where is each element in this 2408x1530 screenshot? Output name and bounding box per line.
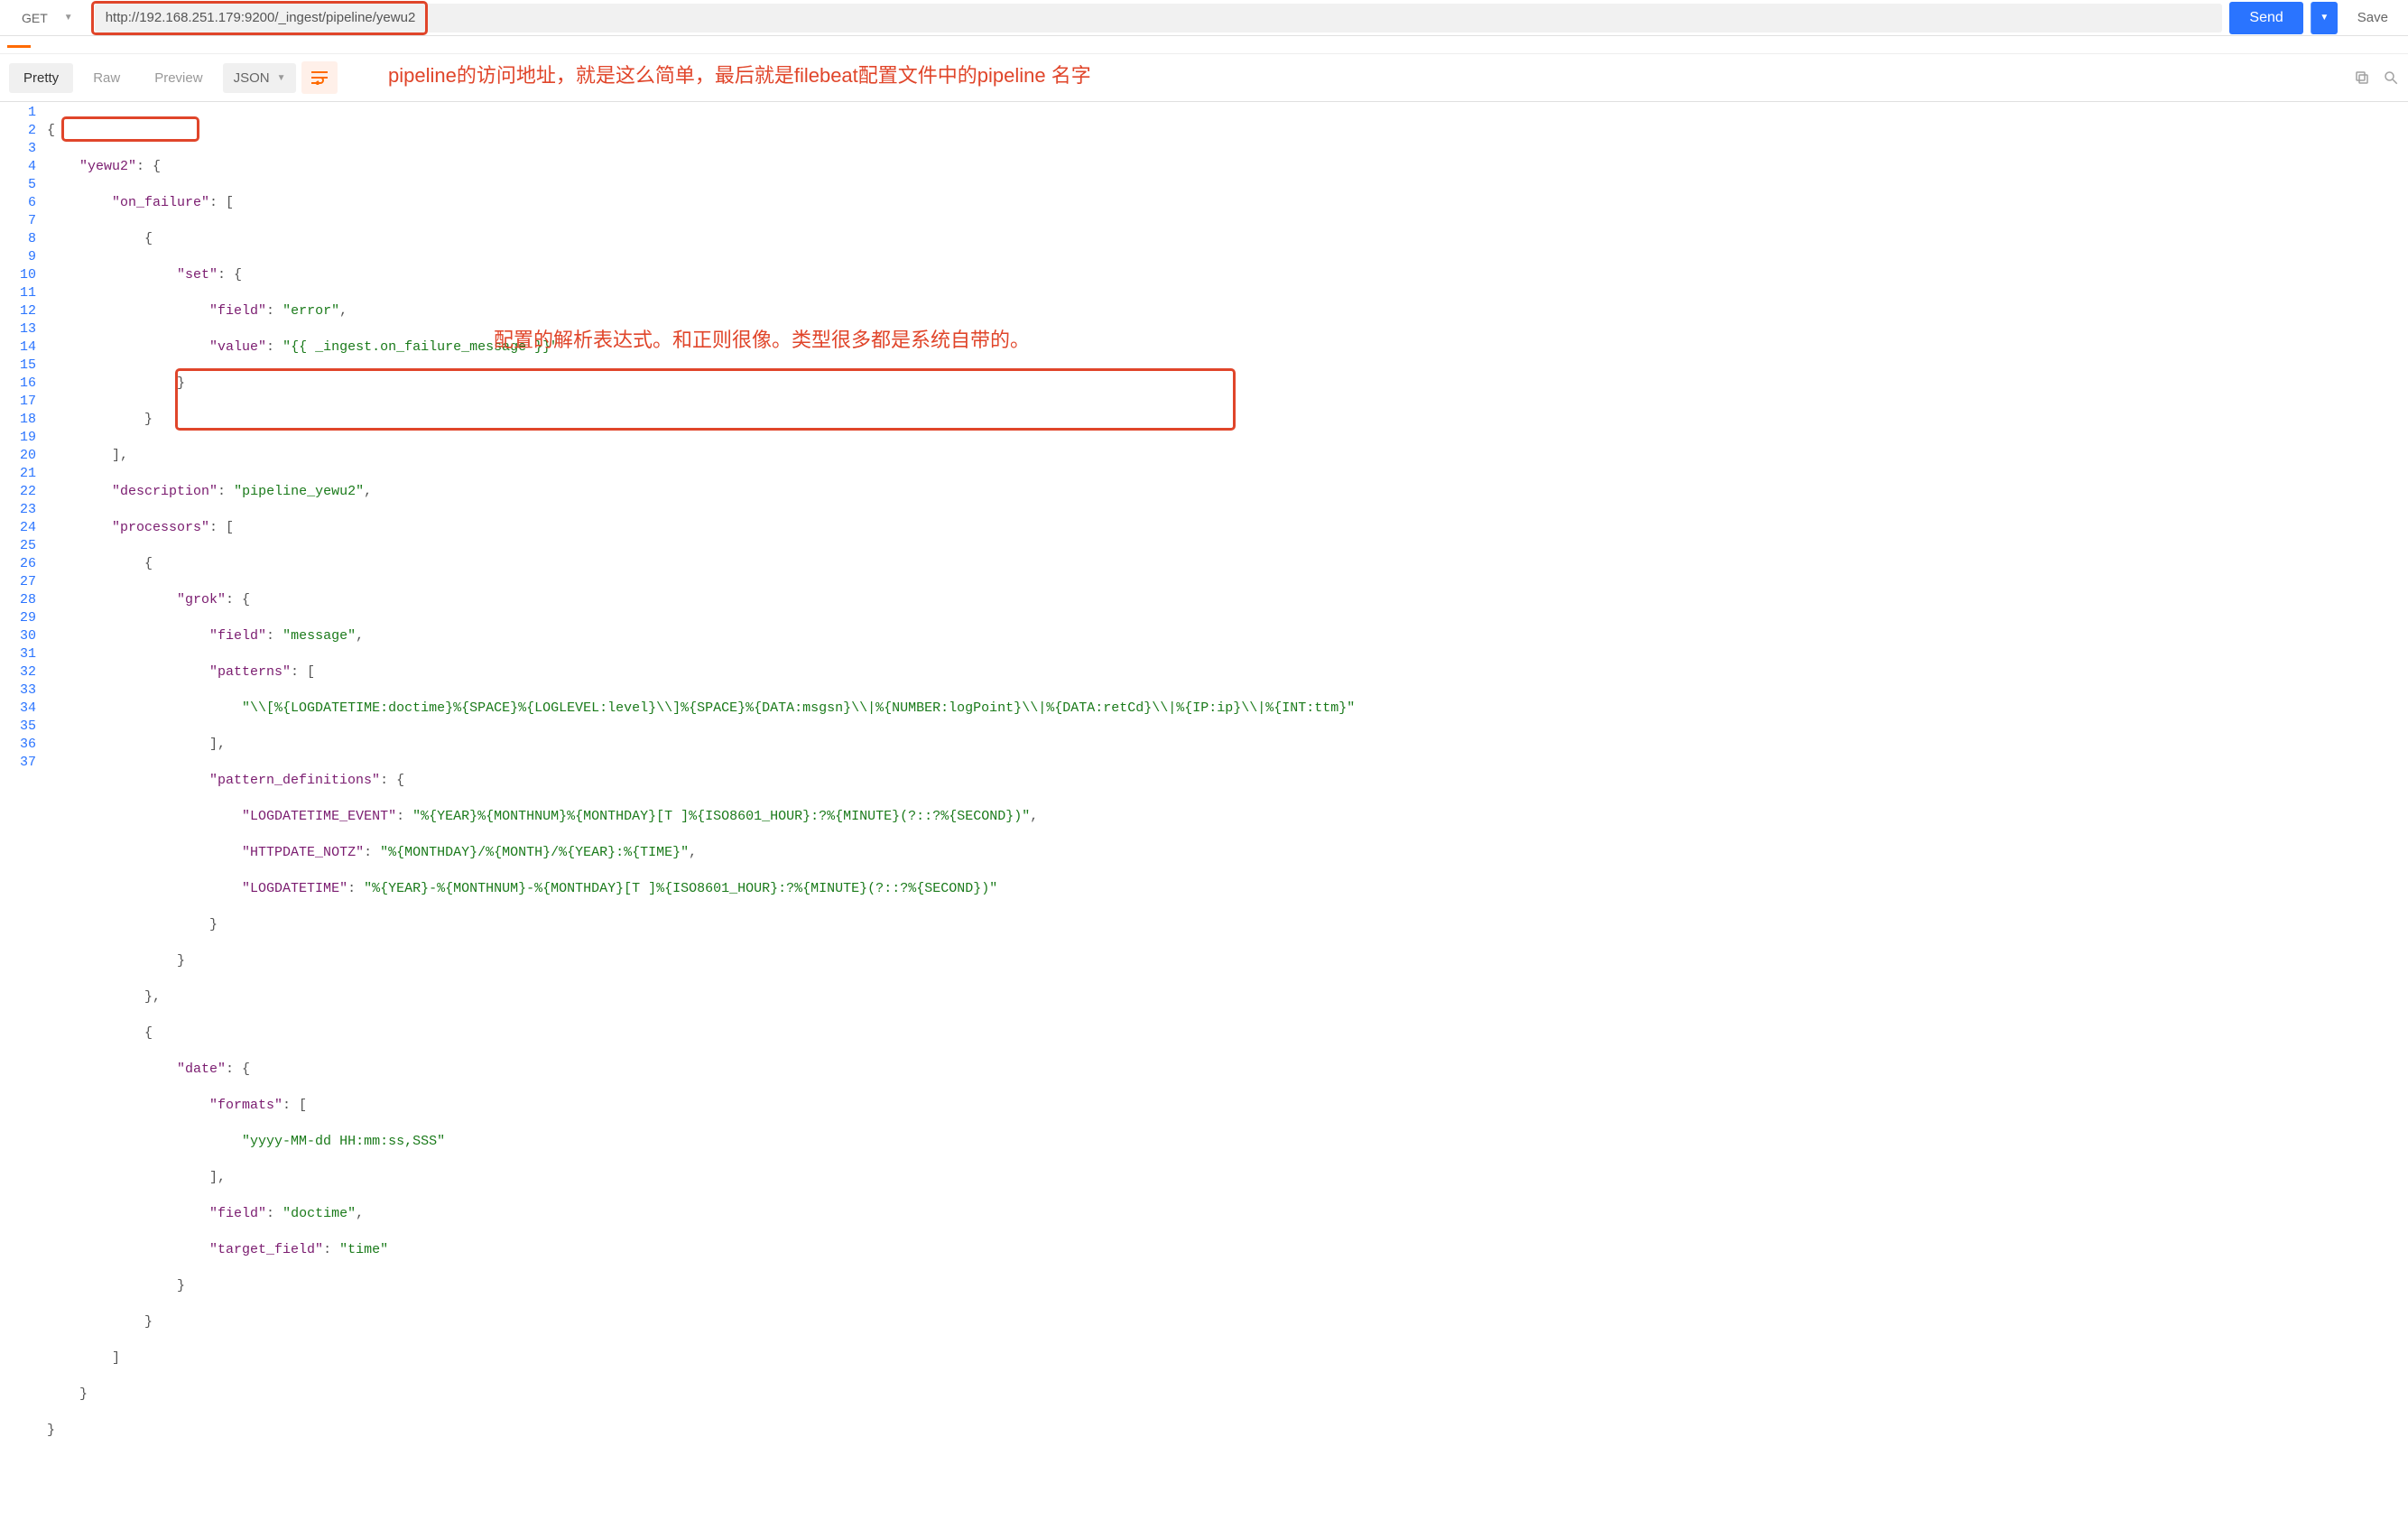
active-tab-indicator bbox=[7, 45, 31, 48]
copy-icon[interactable] bbox=[2354, 70, 2370, 86]
tab-strip bbox=[0, 36, 2408, 54]
annotation-text-top: pipeline的访问地址，就是这么简单，最后就是filebeat配置文件中的p… bbox=[388, 60, 1091, 88]
wrap-lines-button[interactable] bbox=[301, 61, 338, 94]
toolbar-right bbox=[2354, 70, 2399, 86]
save-button[interactable]: Save bbox=[2345, 2, 2401, 34]
request-bar: GET ▼ Send ▼ Save bbox=[0, 0, 2408, 36]
response-toolbar: Pretty Raw Preview JSON ▼ pipeline的访问地址，… bbox=[0, 54, 2408, 102]
search-icon[interactable] bbox=[2383, 70, 2399, 86]
code-content[interactable]: { "yewu2": { "on_failure": [ { "set": { … bbox=[47, 102, 2408, 1530]
tab-preview[interactable]: Preview bbox=[140, 63, 217, 93]
chevron-down-icon: ▼ bbox=[277, 73, 286, 83]
tab-pretty[interactable]: Pretty bbox=[9, 63, 73, 93]
method-select[interactable]: GET ▼ bbox=[7, 11, 88, 25]
wrap-icon bbox=[310, 70, 329, 85]
url-input[interactable] bbox=[95, 4, 2223, 32]
line-gutter: 1234567891011121314151617181920212223242… bbox=[0, 102, 47, 1530]
format-select[interactable]: JSON ▼ bbox=[223, 63, 297, 93]
chevron-down-icon: ▼ bbox=[64, 13, 73, 23]
method-label: GET bbox=[22, 11, 48, 25]
response-body: 1234567891011121314151617181920212223242… bbox=[0, 102, 2408, 1530]
url-wrap bbox=[95, 4, 2223, 32]
format-label: JSON bbox=[234, 70, 270, 86]
tab-raw[interactable]: Raw bbox=[79, 63, 134, 93]
send-button[interactable]: Send bbox=[2229, 2, 2302, 34]
annotation-text-mid: 配置的解析表达式。和正则很像。类型很多都是系统自带的。 bbox=[494, 333, 1030, 351]
send-dropdown-button[interactable]: ▼ bbox=[2311, 2, 2338, 34]
